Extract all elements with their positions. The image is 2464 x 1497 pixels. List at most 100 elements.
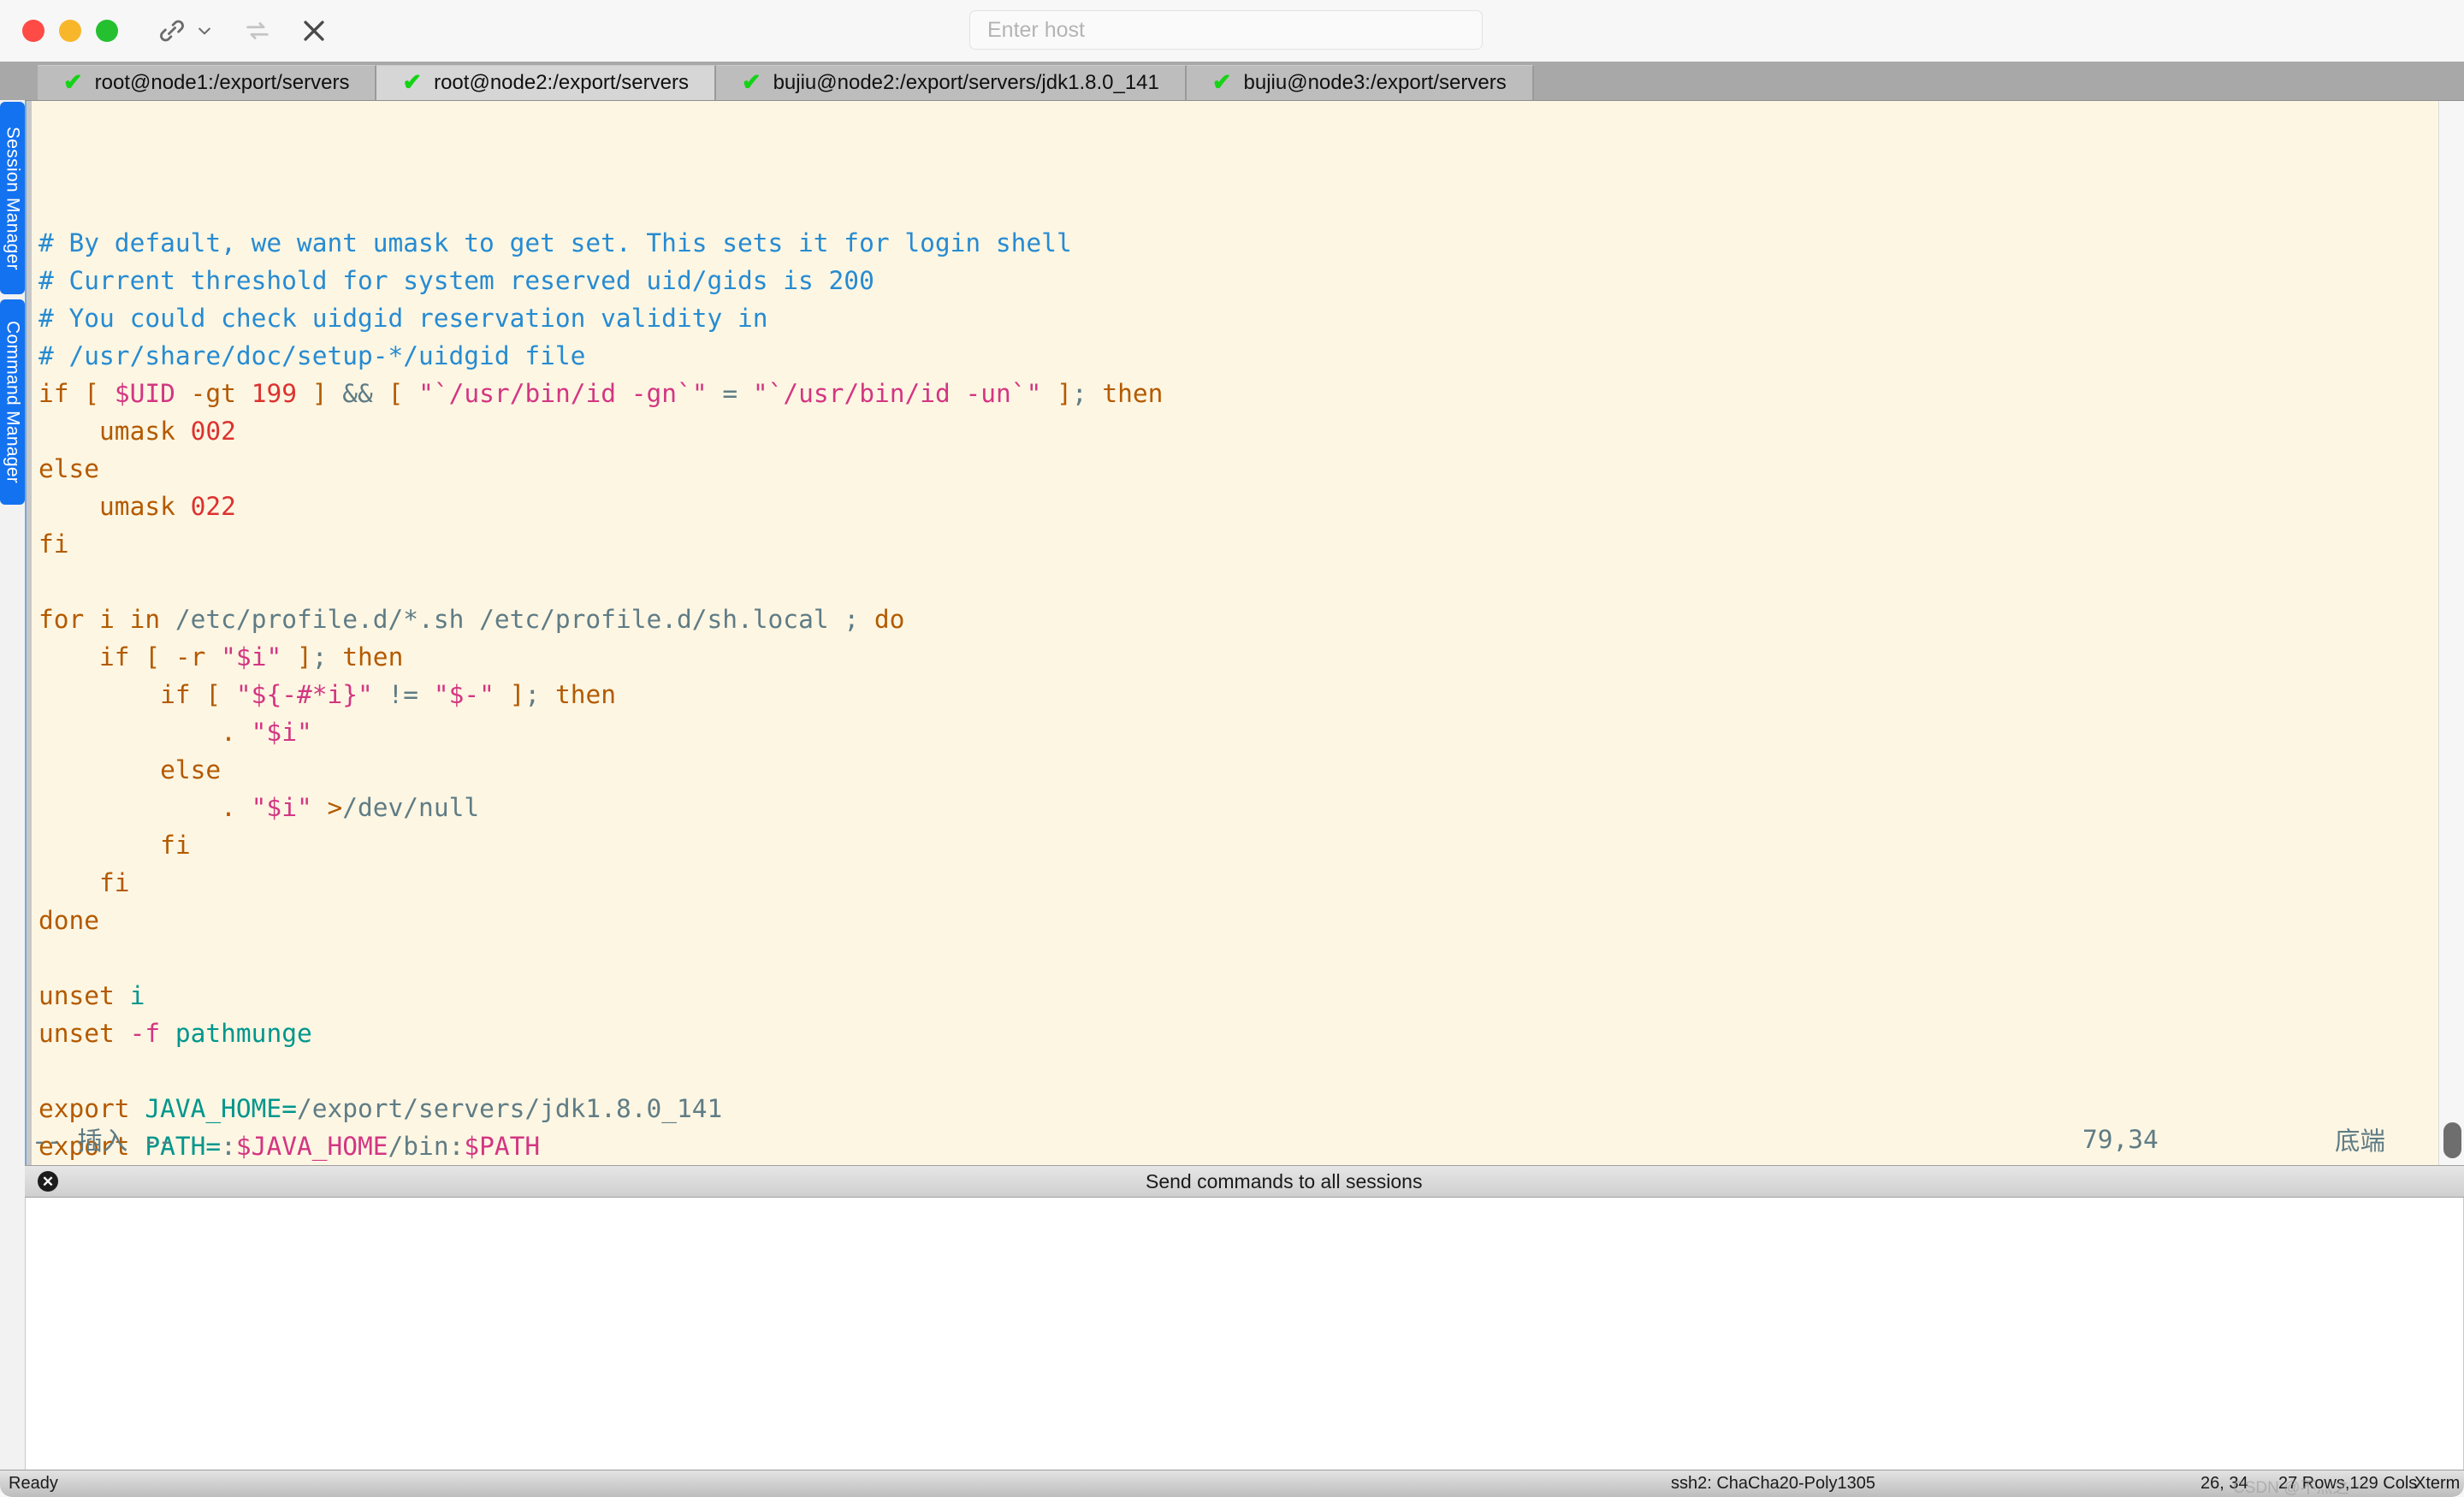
main-area: Session Manager Command Manager # By def… [0, 100, 2464, 1470]
link-icon[interactable] [152, 9, 192, 53]
terminal-token: /export/servers/jdk1.8.0_141 [296, 1094, 723, 1123]
terminal-token: -gt [190, 379, 236, 408]
terminal-token: fi [160, 831, 191, 860]
terminal-token: unset [38, 1019, 115, 1048]
terminal-token: /etc/profile.d/*.sh /etc/profile.d/sh.lo… [175, 605, 829, 634]
terminal-token: if [38, 379, 69, 408]
terminal-token: in [129, 605, 161, 634]
sidebar-item-session-manager[interactable]: Session Manager [0, 102, 25, 294]
session-tab-label: root@node2:/export/servers [434, 71, 689, 94]
sidebar-item-label: Command Manager [3, 320, 23, 484]
terminal-token: fi [38, 530, 69, 559]
connected-check-icon: ✔ [63, 68, 83, 95]
host-input-container[interactable] [969, 10, 1483, 50]
terminal-line: fi [38, 826, 2464, 864]
broadcast-close-icon[interactable]: ✕ [38, 1171, 58, 1192]
host-input[interactable] [987, 17, 1465, 43]
window-maximize-button[interactable] [96, 20, 118, 42]
session-tab-label: bujiu@node2:/export/servers/jdk1.8.0_141 [773, 71, 1159, 94]
terminal-token: done [38, 906, 100, 935]
terminal-scrollbar-thumb[interactable] [2443, 1122, 2461, 1158]
terminal-token: ; [311, 642, 328, 672]
terminal-token: export [38, 1094, 130, 1123]
terminal-line: # /usr/share/doc/setup-*/uidgid file [38, 337, 2464, 375]
session-tab-bar: ✔ root@node1:/export/servers ✔ root@node… [0, 62, 2464, 100]
reconnect-icon[interactable] [234, 9, 281, 53]
window-controls [22, 20, 118, 42]
terminal-token: ] [311, 379, 328, 408]
terminal-token: "$-" [433, 680, 495, 709]
terminal-line: fi [38, 864, 2464, 902]
terminal-token: else [160, 755, 222, 784]
terminal-line: . "$i" >/dev/null [38, 789, 2464, 826]
terminal-token: [ [388, 379, 404, 408]
terminal-token: $UID [114, 379, 175, 408]
sidebar-item-label: Session Manager [3, 126, 23, 270]
terminal-scrollbar[interactable] [2438, 101, 2464, 1165]
terminal-token: pathmunge [175, 1019, 312, 1048]
session-tab-label: bujiu@node3:/export/servers [1243, 71, 1507, 94]
terminal-token: if [99, 642, 130, 672]
terminal-token: [ [84, 379, 100, 408]
close-icon[interactable] [291, 9, 337, 53]
vim-mode-indicator: -- 插入 -- [32, 1127, 174, 1156]
terminal-token: i [129, 981, 145, 1010]
vim-scroll-indicator: 底端 [2335, 1127, 2386, 1156]
session-tab-2[interactable]: ✔ bujiu@node2:/export/servers/jdk1.8.0_1… [715, 65, 1187, 100]
connected-check-icon: ✔ [741, 68, 761, 95]
terminal-token: . [221, 793, 236, 822]
connected-check-icon: ✔ [402, 68, 423, 95]
window-close-button[interactable] [22, 20, 44, 42]
terminal-token: "$i" [251, 718, 312, 747]
terminal-token: > [327, 793, 343, 822]
window-minimize-button[interactable] [59, 20, 81, 42]
terminal-token: ; [524, 680, 541, 709]
session-tab-0[interactable]: ✔ root@node1:/export/servers [38, 65, 377, 100]
vim-cursor-position: 79,34 [2082, 1125, 2159, 1154]
terminal-token: umask [99, 492, 175, 521]
title-bar [0, 0, 2464, 62]
session-tab-1[interactable]: ✔ root@node2:/export/servers [376, 65, 716, 100]
terminal-token: /dev/null [342, 793, 480, 822]
status-cipher: ssh2: ChaCha20-Poly1305 [1671, 1474, 1876, 1493]
chevron-down-icon[interactable] [192, 9, 217, 53]
status-dimensions: 27 Rows,129 Cols [2278, 1474, 2418, 1493]
terminal-output[interactable]: # By default, we want umask to get set. … [32, 101, 2464, 1165]
terminal-token: ] [509, 680, 525, 709]
terminal-token: do [874, 605, 905, 634]
terminal-column: # By default, we want umask to get set. … [25, 100, 2464, 1470]
terminal-token: # By default, we want umask to get set. … [38, 228, 1072, 257]
terminal-token: "$i" [221, 642, 282, 672]
terminal-token: -f [129, 1019, 161, 1048]
sidebar-item-command-manager[interactable]: Command Manager [0, 299, 25, 505]
session-tab-3[interactable]: ✔ bujiu@node3:/export/servers [1186, 65, 1534, 100]
terminal-line: unset i [38, 977, 2464, 1015]
terminal-token: unset [38, 981, 115, 1010]
broadcast-input[interactable] [25, 1198, 2464, 1470]
terminal-token: for [38, 605, 85, 634]
